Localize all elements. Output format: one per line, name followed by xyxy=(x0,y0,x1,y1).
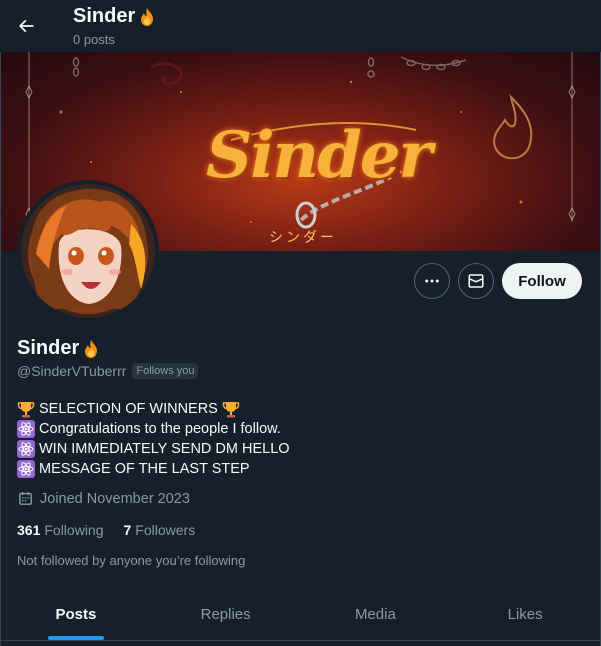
calendar-icon xyxy=(19,492,32,505)
bio-line: MESSAGE OF THE LAST STEP xyxy=(17,459,290,479)
avatar[interactable] xyxy=(17,180,159,322)
bio-text: SELECTION OF WINNERS xyxy=(39,401,218,417)
handle-row: @SinderVTuberrr Follows you xyxy=(17,363,199,379)
profile-name: Sinder xyxy=(17,337,101,360)
bio-text: Congratulations to the people I follow. xyxy=(39,421,281,437)
bio-line: WIN IMMEDIATELY SEND DM HELLO xyxy=(17,439,290,459)
avatar-illustration xyxy=(21,184,155,318)
tab-replies[interactable]: Replies xyxy=(151,588,301,640)
profile-tabs: Posts Replies Media Likes xyxy=(1,588,600,641)
top-bar: Sinder 0 posts xyxy=(0,0,601,52)
more-dots-icon xyxy=(425,279,439,283)
atom-emoji-icon xyxy=(17,460,35,478)
tab-posts[interactable]: Posts xyxy=(1,588,151,640)
fire-emoji-icon xyxy=(141,7,154,26)
follow-stats: 361 Following 7 Followers xyxy=(17,522,195,538)
followers-label: Followers xyxy=(135,522,196,538)
post-count: 0 posts xyxy=(73,32,115,47)
not-followed-notice: Not followed by anyone you’re following xyxy=(17,553,246,568)
tab-label: Likes xyxy=(507,605,543,623)
bio-line: SELECTION OF WINNERS xyxy=(17,399,290,419)
banner-logo-subtext: シンダー xyxy=(269,229,337,245)
more-button[interactable] xyxy=(414,263,450,299)
followers-count: 7 xyxy=(123,522,132,538)
following-link[interactable]: 361 Following xyxy=(17,522,104,538)
following-count: 361 xyxy=(17,522,41,538)
atom-emoji-icon xyxy=(17,440,35,458)
atom-emoji-icon xyxy=(17,420,35,438)
active-tab-indicator xyxy=(47,636,104,640)
follows-you-badge: Follows you xyxy=(132,363,199,379)
fire-emoji-icon xyxy=(85,339,98,358)
tab-label: Replies xyxy=(200,605,251,623)
tab-likes[interactable]: Likes xyxy=(450,588,600,640)
joined-text: Joined November 2023 xyxy=(40,490,190,507)
profile-handle: @SinderVTuberrr xyxy=(17,363,127,379)
tab-label: Media xyxy=(354,605,396,623)
bio-text: MESSAGE OF THE LAST STEP xyxy=(39,461,250,477)
profile-name-text: Sinder xyxy=(17,337,80,359)
back-button[interactable] xyxy=(8,8,44,44)
bio-line: Congratulations to the people I follow. xyxy=(17,419,290,439)
following-label: Following xyxy=(44,522,104,538)
trophy-emoji-icon xyxy=(222,402,240,418)
bio-text: WIN IMMEDIATELY SEND DM HELLO xyxy=(39,441,290,457)
page-title-text: Sinder xyxy=(73,5,136,27)
joined-date: Joined November 2023 xyxy=(17,490,190,507)
banner-logo-text: Sinder xyxy=(206,118,432,193)
page-title: Sinder xyxy=(73,5,157,28)
profile-bio: SELECTION OF WINNERS Congratulations to … xyxy=(17,399,290,479)
tab-media[interactable]: Media xyxy=(301,588,451,640)
followers-link[interactable]: 7 Followers xyxy=(124,522,196,538)
tab-label: Posts xyxy=(55,605,97,623)
envelope-icon xyxy=(468,274,484,288)
follow-button[interactable]: Follow xyxy=(502,263,582,299)
trophy-emoji-icon xyxy=(17,402,35,418)
message-button[interactable] xyxy=(458,263,494,299)
arrow-left-icon xyxy=(18,19,34,33)
